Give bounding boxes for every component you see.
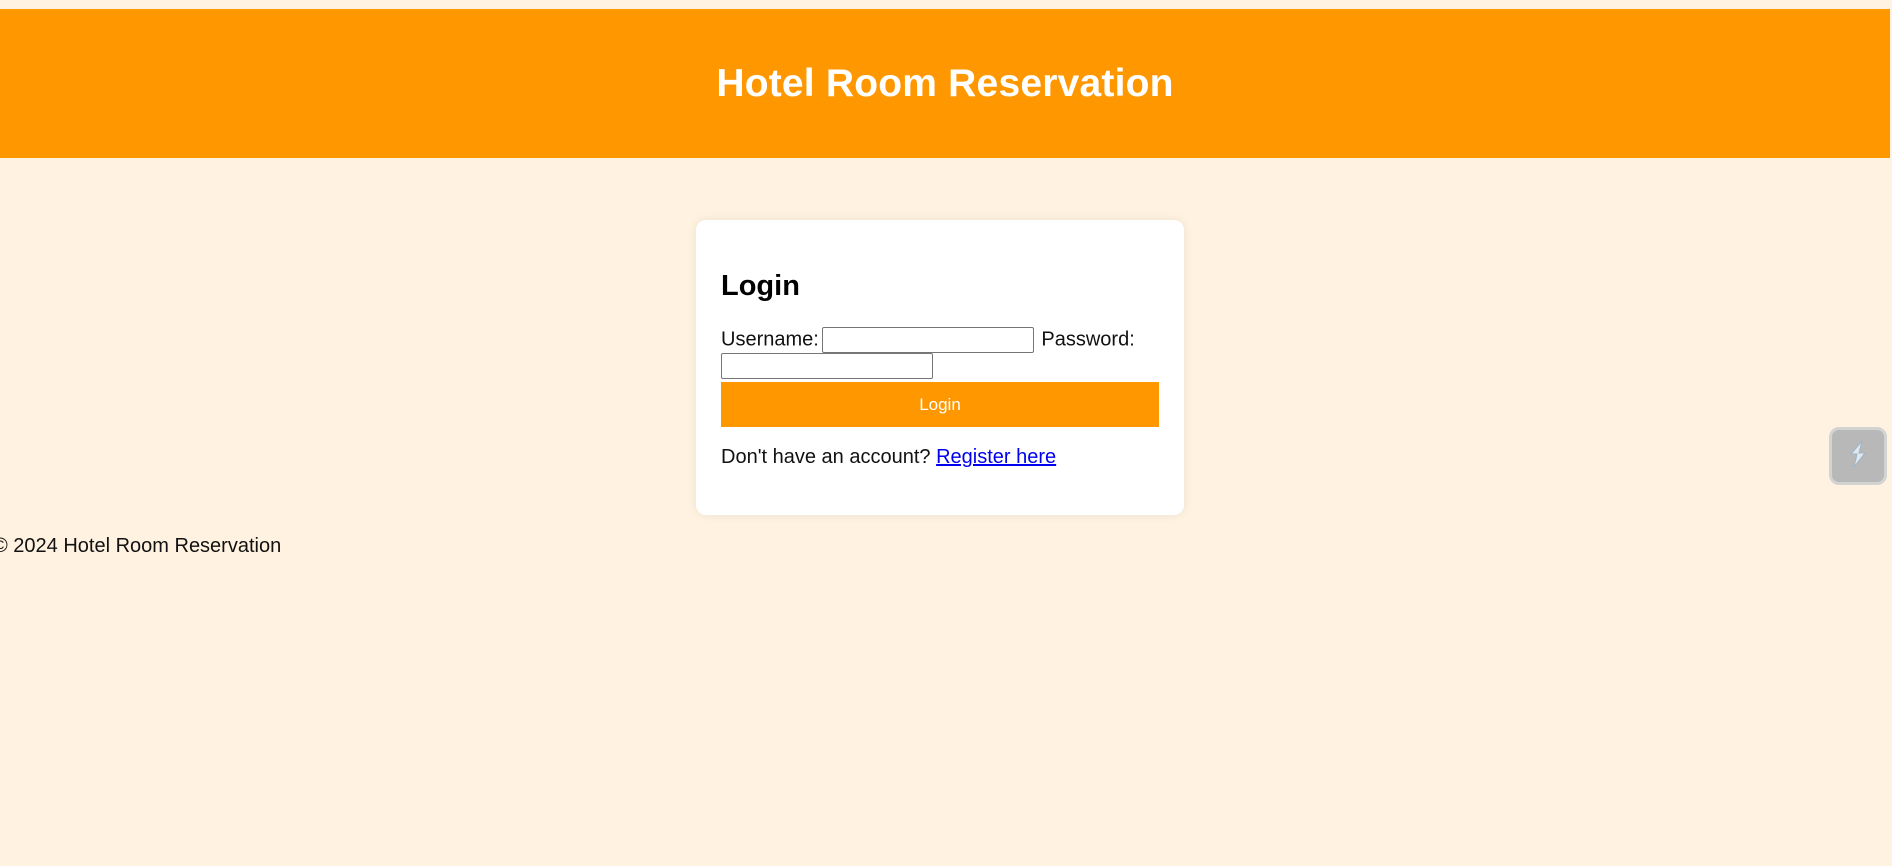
login-card: Login Username: Password: Login Don't ha… bbox=[696, 220, 1184, 515]
site-header: Hotel Room Reservation bbox=[0, 9, 1890, 158]
register-prompt-text: Don't have an account? bbox=[721, 446, 931, 468]
side-widget-button[interactable] bbox=[1829, 427, 1887, 485]
username-input[interactable] bbox=[821, 326, 1034, 353]
lightning-icon bbox=[1841, 437, 1875, 476]
top-strip bbox=[0, 0, 1892, 9]
login-heading: Login bbox=[721, 270, 800, 302]
password-label: Password: bbox=[1041, 328, 1135, 351]
login-button[interactable]: Login bbox=[721, 382, 1159, 427]
register-prompt: Don't have an account? Register here bbox=[721, 446, 1056, 469]
password-input[interactable] bbox=[721, 353, 933, 380]
username-label: Username: bbox=[721, 328, 819, 351]
login-form: Username: Password: bbox=[721, 326, 1159, 380]
register-link[interactable]: Register here bbox=[936, 446, 1056, 468]
page-title: Hotel Room Reservation bbox=[716, 61, 1174, 105]
footer: © 2024 Hotel Room Reservation bbox=[0, 535, 282, 557]
